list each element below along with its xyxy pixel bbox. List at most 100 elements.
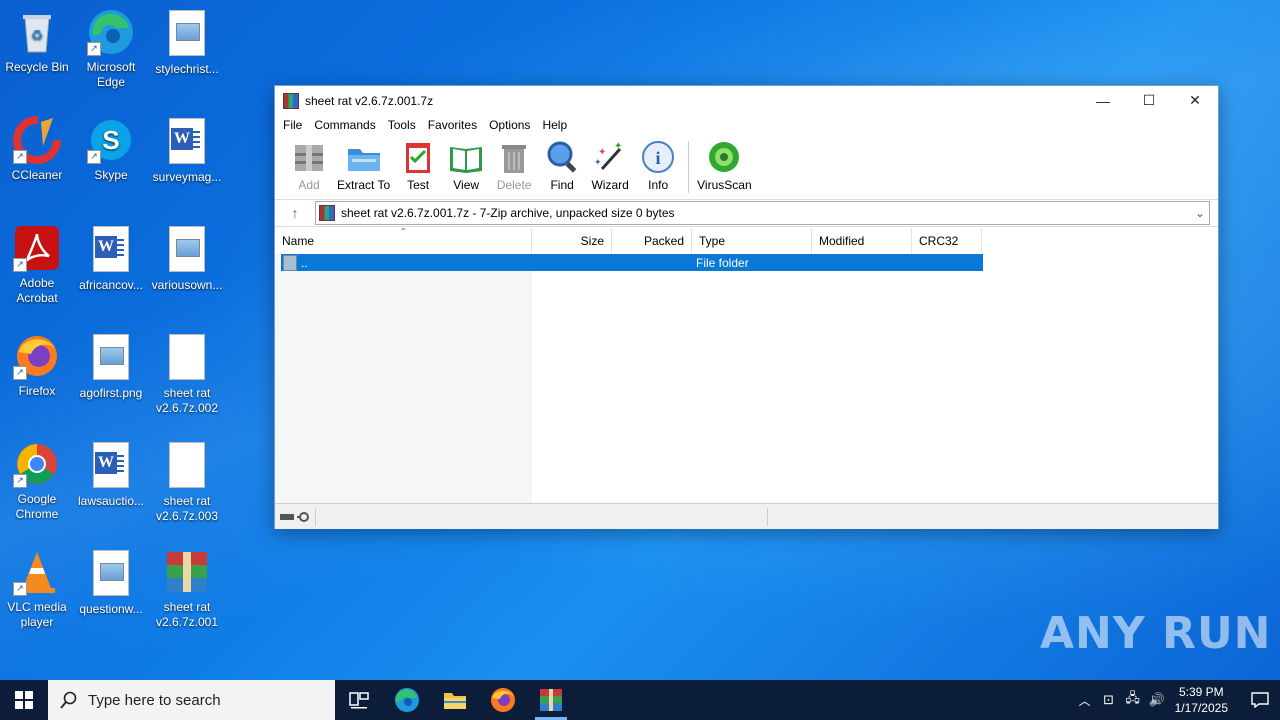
minimize-button[interactable]: — xyxy=(1080,86,1126,115)
desktop-icon-chrome[interactable]: ↗ Google Chrome xyxy=(1,440,73,522)
maximize-button[interactable]: ☐ xyxy=(1126,86,1172,115)
desktop-icon-agofirst[interactable]: agofirst.png xyxy=(75,332,147,401)
taskbar-edge[interactable] xyxy=(383,680,431,720)
extract-to-button[interactable]: Extract To xyxy=(337,135,390,192)
table-row[interactable]: .. File folder xyxy=(281,254,983,271)
column-header-row: Name ⌃ Size Packed Type Modified CRC32 xyxy=(275,227,982,254)
image-file-icon xyxy=(163,10,211,58)
start-button[interactable] xyxy=(0,680,48,720)
status-bar xyxy=(275,503,1218,529)
column-type[interactable]: Type xyxy=(692,228,812,254)
desktop-icon-label: sheet rat v2.6.7z.003 xyxy=(155,494,219,523)
desktop-icon-sheet-rat-003[interactable]: sheet rat v2.6.7z.003 xyxy=(151,440,223,524)
delete-button[interactable]: Delete xyxy=(494,135,534,192)
svg-text:✦: ✦ xyxy=(594,157,602,167)
desktop-icon-vlc[interactable]: ↗ VLC media player xyxy=(1,548,73,630)
desktop-icon-label: Adobe Acrobat xyxy=(16,276,58,305)
extract-folder-icon xyxy=(346,139,382,175)
word-document-icon: W xyxy=(87,442,135,490)
word-document-icon: W xyxy=(87,226,135,274)
column-packed[interactable]: Packed xyxy=(612,228,692,254)
folder-icon xyxy=(444,693,466,709)
task-view-button[interactable] xyxy=(335,680,383,720)
svg-text:✦: ✦ xyxy=(614,141,622,152)
volume-icon[interactable]: 🔊 xyxy=(1145,692,1169,708)
file-list: Name ⌃ Size Packed Type Modified CRC32 .… xyxy=(275,227,1218,503)
taskbar-search[interactable]: Type here to search xyxy=(48,680,335,720)
desktop-icon-ccleaner[interactable]: ↗ CCleaner xyxy=(1,116,73,183)
column-size[interactable]: Size xyxy=(532,228,612,254)
toolbar-separator xyxy=(688,141,690,193)
test-button[interactable]: Test xyxy=(398,135,438,192)
desktop-icon-sheet-rat-001[interactable]: sheet rat v2.6.7z.001 xyxy=(151,548,223,630)
menu-file[interactable]: File xyxy=(277,118,308,132)
winrar-app-icon xyxy=(283,92,299,109)
taskbar-winrar[interactable] xyxy=(527,680,575,720)
menu-tools[interactable]: Tools xyxy=(382,118,422,132)
drive-icon[interactable] xyxy=(275,507,316,526)
virusscan-button[interactable]: VirusScan xyxy=(697,135,752,192)
view-button[interactable]: View xyxy=(446,135,486,192)
column-crc32[interactable]: CRC32 xyxy=(912,228,982,254)
wand-icon: ✦ ✦ ✦ xyxy=(592,139,628,175)
desktop-icon-label: sheet rat v2.6.7z.001 xyxy=(155,600,219,629)
info-icon: i xyxy=(640,139,676,175)
desktop-icon-label: agofirst.png xyxy=(79,386,143,400)
up-arrow-icon[interactable]: ↑ xyxy=(275,205,315,221)
desktop-icon-questionw[interactable]: questionw... xyxy=(75,548,147,617)
desktop-icon-recycle-bin[interactable]: ♻ Recycle Bin xyxy=(1,8,73,75)
skype-icon: S ↗ xyxy=(87,116,135,164)
menu-favorites[interactable]: Favorites xyxy=(422,118,483,132)
chevron-up-icon[interactable]: ︿ xyxy=(1073,692,1097,709)
menu-options[interactable]: Options xyxy=(483,118,536,132)
column-name[interactable]: Name ⌃ xyxy=(275,227,532,254)
taskbar-file-explorer[interactable] xyxy=(431,680,479,720)
menu-commands[interactable]: Commands xyxy=(308,118,381,132)
chevron-down-icon[interactable]: ⌄ xyxy=(1191,207,1209,220)
notification-icon[interactable] xyxy=(1240,692,1280,708)
desktop-icon-surveymag[interactable]: W surveymag... xyxy=(151,116,223,185)
network-icon[interactable]: 🖧 xyxy=(1121,689,1145,711)
close-button[interactable]: ✕ xyxy=(1172,86,1218,115)
blank-file-icon xyxy=(163,442,211,490)
desktop-icon-skype[interactable]: S ↗ Skype xyxy=(75,116,147,183)
desktop-icon-lawsauctio[interactable]: W lawsauctio... xyxy=(75,440,147,509)
shortcut-arrow-icon: ↗ xyxy=(13,150,27,164)
address-bar: ↑ sheet rat v2.6.7z.001.7z - 7-Zip archi… xyxy=(275,200,1218,227)
status-right xyxy=(768,508,1208,526)
desktop-icon-stylechrist[interactable]: stylechrist... xyxy=(151,8,223,77)
address-field[interactable]: sheet rat v2.6.7z.001.7z - 7-Zip archive… xyxy=(315,201,1210,225)
desktop-icon-adobe-acrobat[interactable]: ↗ Adobe Acrobat xyxy=(1,224,73,306)
info-button[interactable]: i Info xyxy=(638,135,678,192)
test-clipboard-icon xyxy=(400,139,436,175)
taskbar-firefox[interactable] xyxy=(479,680,527,720)
shortcut-arrow-icon: ↗ xyxy=(13,366,27,380)
desktop-icon-africancov[interactable]: W africancov... xyxy=(75,224,147,293)
winrar-icon xyxy=(540,689,562,711)
firefox-icon xyxy=(491,688,515,712)
word-document-icon: W xyxy=(163,118,211,166)
shortcut-arrow-icon: ↗ xyxy=(13,258,27,272)
title-bar[interactable]: sheet rat v2.6.7z.001.7z — ☐ ✕ xyxy=(275,86,1218,115)
virus-scan-icon xyxy=(706,139,742,175)
add-button[interactable]: Add xyxy=(289,135,329,192)
wizard-button[interactable]: ✦ ✦ ✦ Wizard xyxy=(590,135,630,192)
desktop-icon-edge[interactable]: ↗ Microsoft Edge xyxy=(75,8,147,90)
desktop-icon-label: Google Chrome xyxy=(15,492,59,521)
desktop-icon-label: sheet rat v2.6.7z.002 xyxy=(155,386,219,415)
desktop-icon-label: stylechrist... xyxy=(155,62,219,76)
meet-now-icon[interactable]: ⊡ xyxy=(1097,692,1121,708)
clock[interactable]: 5:39 PM 1/17/2025 xyxy=(1175,684,1228,716)
desktop-icon-label: lawsauctio... xyxy=(77,494,145,508)
vlc-cone-icon: ↗ xyxy=(13,548,61,596)
desktop-icon-sheet-rat-002[interactable]: sheet rat v2.6.7z.002 xyxy=(151,332,223,416)
find-button[interactable]: Find xyxy=(542,135,582,192)
desktop-icon-firefox[interactable]: ↗ Firefox xyxy=(1,332,73,399)
desktop-icon-variousown[interactable]: variousown... xyxy=(151,224,223,293)
desktop-icon-label: questionw... xyxy=(79,602,143,616)
menu-help[interactable]: Help xyxy=(536,118,573,132)
desktop-icon-label: Skype xyxy=(94,168,128,182)
windows-logo-icon xyxy=(15,691,33,709)
blank-file-icon xyxy=(163,334,211,382)
column-modified[interactable]: Modified xyxy=(812,228,912,254)
